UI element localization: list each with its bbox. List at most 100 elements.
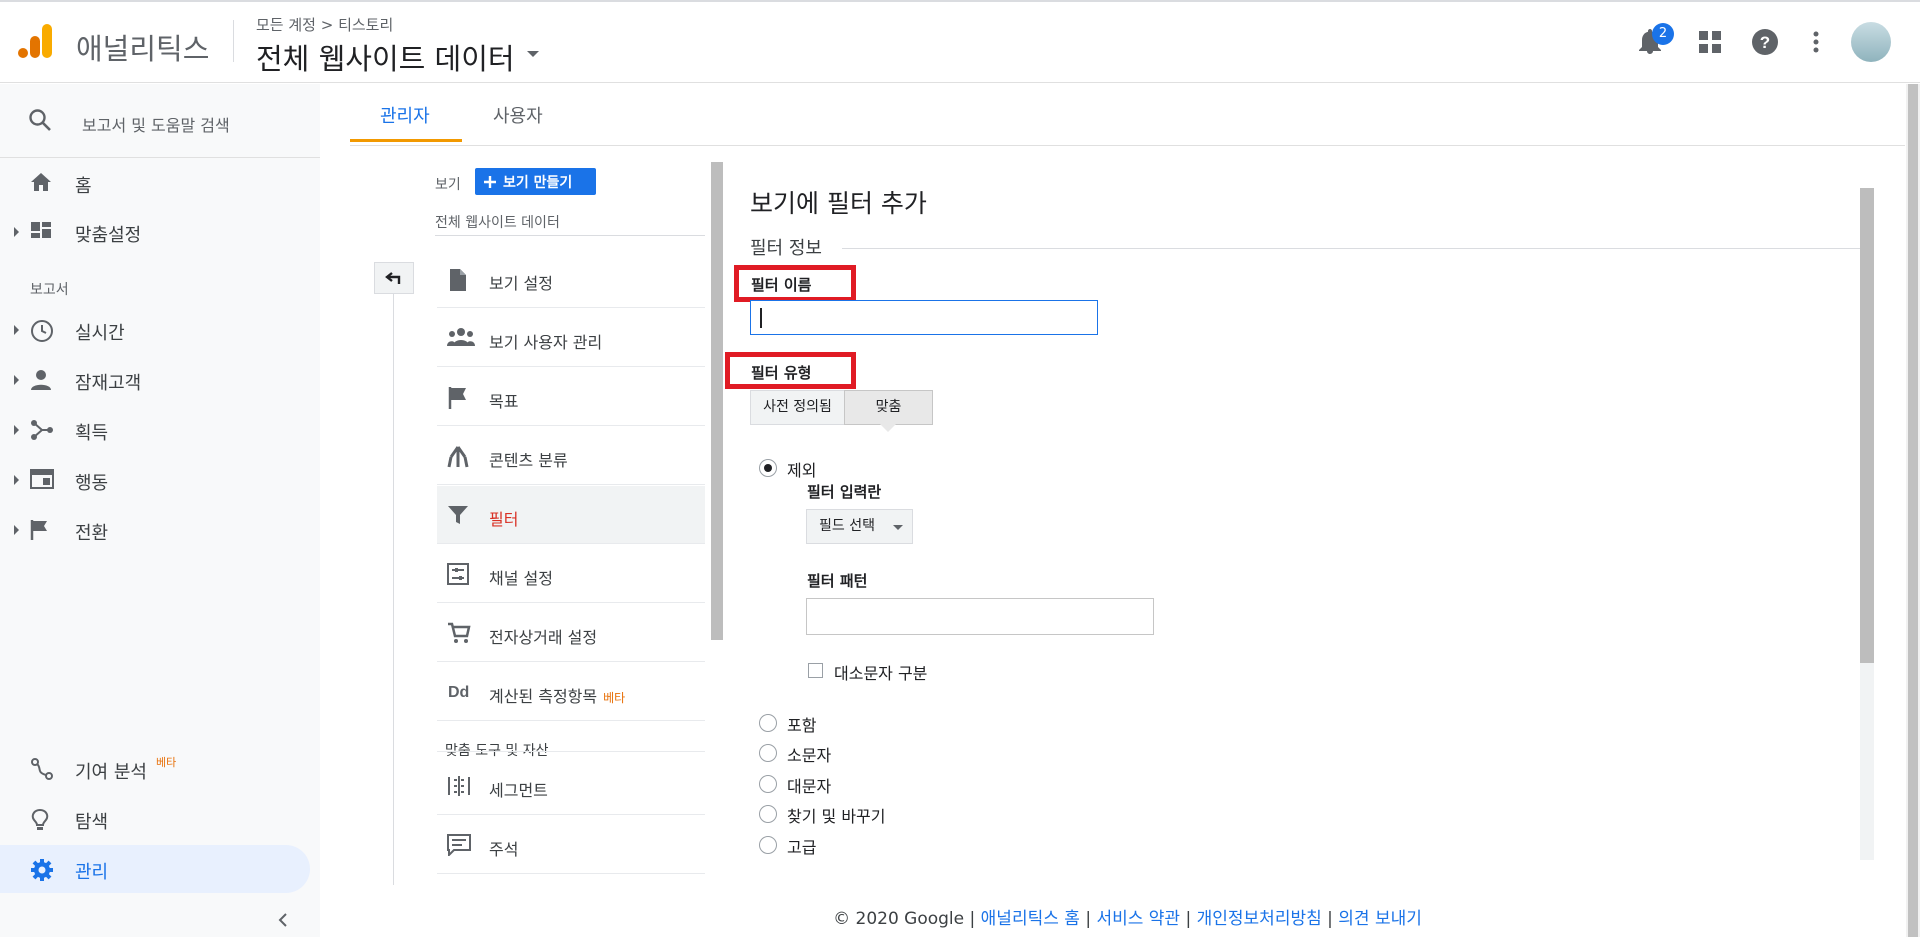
- acquisition-icon: [30, 419, 54, 441]
- tab-admin[interactable]: 관리자: [380, 102, 430, 128]
- avatar[interactable]: [1851, 22, 1891, 62]
- page-scrollbar[interactable]: [1908, 84, 1918, 937]
- menu-item-calculated-metrics[interactable]: Dd 계산된 측정항목 베타: [437, 663, 705, 721]
- cart-icon: [447, 622, 471, 644]
- footer-link-feedback[interactable]: 의견 보내기: [1338, 909, 1422, 929]
- view-selector-dropdown[interactable]: 전체 웹사이트 데이터: [435, 212, 560, 232]
- footer-link-terms[interactable]: 서비스 약관: [1096, 909, 1180, 929]
- analytics-logo-icon[interactable]: [18, 22, 54, 60]
- nav-label: 실시간: [75, 323, 125, 344]
- filter-pattern-input[interactable]: [806, 598, 1154, 635]
- menu-item-ecommerce-settings[interactable]: 전자상거래 설정: [437, 604, 705, 662]
- search-icon[interactable]: [28, 108, 52, 132]
- nav-label: 탐색: [75, 812, 109, 833]
- filter-field-label: 필터 입력란: [807, 483, 882, 501]
- radio-advanced[interactable]: [759, 836, 777, 854]
- nav-item-home[interactable]: 홈: [0, 159, 320, 207]
- tree-connector: [393, 294, 394, 885]
- text-cursor: [760, 308, 762, 328]
- highlight-box: [734, 265, 856, 302]
- panel-scrollbar[interactable]: [1860, 188, 1874, 663]
- tab-pointer: [880, 424, 896, 432]
- case-sensitive-checkbox[interactable]: [808, 663, 823, 678]
- view-selector[interactable]: 전체 웹사이트 데이터: [256, 36, 515, 78]
- collapse-nav-icon[interactable]: [278, 912, 288, 928]
- footer-link-privacy[interactable]: 개인정보처리방침: [1197, 909, 1322, 929]
- divider: [0, 157, 320, 158]
- header-divider: [233, 20, 234, 62]
- menu-item-view-user-management[interactable]: 보기 사용자 관리: [437, 309, 705, 367]
- more-vert-icon[interactable]: [1800, 26, 1832, 58]
- expand-arrow-icon: [14, 525, 19, 535]
- radio-lowercase[interactable]: [759, 744, 777, 762]
- nav-label: 잠재고객: [75, 373, 142, 394]
- column-scrollbar[interactable]: [711, 162, 723, 640]
- chevron-down-icon[interactable]: [526, 50, 540, 58]
- app-name: 애널리틱스: [76, 32, 210, 66]
- gear-icon: [30, 858, 54, 882]
- menu-item-view-settings[interactable]: 보기 설정: [437, 250, 705, 308]
- menu-label: 채널 설정: [489, 569, 553, 588]
- radio-search-replace[interactable]: [759, 805, 777, 823]
- nav-item-behavior[interactable]: 행동: [0, 456, 320, 504]
- tab-predefined[interactable]: 사전 정의됨: [750, 390, 845, 425]
- radio-label: 찾기 및 바꾸기: [787, 807, 886, 826]
- menu-label: 세그먼트: [489, 781, 548, 800]
- filter-name-input[interactable]: [750, 300, 1098, 335]
- menu-item-segments[interactable]: 세그먼트: [437, 757, 705, 815]
- section-heading-reports: 보고서: [30, 282, 69, 298]
- back-button[interactable]: [374, 262, 414, 294]
- nav-item-customization[interactable]: 맞춤설정: [0, 208, 320, 256]
- radio-include[interactable]: [759, 714, 777, 732]
- footer-link-analytics-home[interactable]: 애널리틱스 홈: [981, 909, 1080, 929]
- apps-grid-icon[interactable]: [1694, 26, 1726, 58]
- menu-item-filters[interactable]: 필터: [437, 486, 705, 544]
- radio-exclude[interactable]: [759, 459, 777, 477]
- menu-item-goals[interactable]: 목표: [437, 368, 705, 426]
- people-icon: [447, 327, 475, 347]
- nav-label: 홈: [75, 176, 92, 197]
- panel-title: 보기에 필터 추가: [750, 189, 927, 218]
- menu-item-annotations[interactable]: 주석: [437, 816, 705, 874]
- expand-arrow-icon: [14, 325, 19, 335]
- help-icon[interactable]: ?: [1749, 26, 1781, 58]
- report-search[interactable]: 보고서 및 도움말 검색: [0, 94, 320, 150]
- menu-label: 주석: [489, 840, 519, 859]
- dd-icon: Dd: [447, 681, 473, 701]
- expand-arrow-icon: [14, 425, 19, 435]
- create-view-button[interactable]: 보기 만들기: [475, 168, 596, 195]
- menu-label: 보기 사용자 관리: [489, 333, 603, 352]
- expand-arrow-icon: [14, 227, 19, 237]
- nav-item-conversions[interactable]: 전환: [0, 506, 320, 554]
- nav-item-audience[interactable]: 잠재고객: [0, 356, 320, 404]
- tab-user[interactable]: 사용자: [493, 102, 543, 128]
- search-input[interactable]: 보고서 및 도움말 검색: [82, 112, 230, 136]
- footer: © 2020 Google | 애널리틱스 홈 | 서비스 약관 | 개인정보처…: [833, 909, 1422, 929]
- channel-settings-icon: [447, 563, 469, 585]
- menu-item-content-grouping[interactable]: 콘텐츠 분류: [437, 427, 705, 485]
- admin-tabs: 관리자 사용자: [350, 84, 1920, 144]
- menu-label: 전자상거래 설정: [489, 628, 598, 647]
- behavior-icon: [30, 469, 54, 489]
- nav-label: 행동: [75, 473, 109, 494]
- tab-custom[interactable]: 맞춤: [844, 390, 933, 425]
- nav-item-acquisition[interactable]: 획득: [0, 406, 320, 454]
- nav-item-discover[interactable]: 탐색: [0, 795, 320, 843]
- breadcrumb[interactable]: 모든 계정 > 티스토리: [256, 14, 393, 35]
- flag-icon: [30, 519, 50, 541]
- filter-icon: [447, 504, 469, 526]
- menu-label: 보기 설정: [489, 274, 553, 293]
- home-icon: [30, 172, 52, 192]
- nav-label: 관리: [75, 862, 109, 883]
- menu-item-channel-settings[interactable]: 채널 설정: [437, 545, 705, 603]
- divider: [437, 751, 705, 752]
- radio-uppercase[interactable]: [759, 775, 777, 793]
- nav-item-realtime[interactable]: 실시간: [0, 306, 320, 354]
- menu-label: 목표: [489, 392, 519, 411]
- person-icon: [30, 369, 52, 391]
- radio-label: 소문자: [787, 746, 832, 765]
- section-heading: 필터 정보: [750, 238, 822, 259]
- nav-item-admin[interactable]: 관리: [0, 845, 310, 893]
- menu-label: 필터: [489, 510, 519, 529]
- clock-icon: [30, 319, 54, 343]
